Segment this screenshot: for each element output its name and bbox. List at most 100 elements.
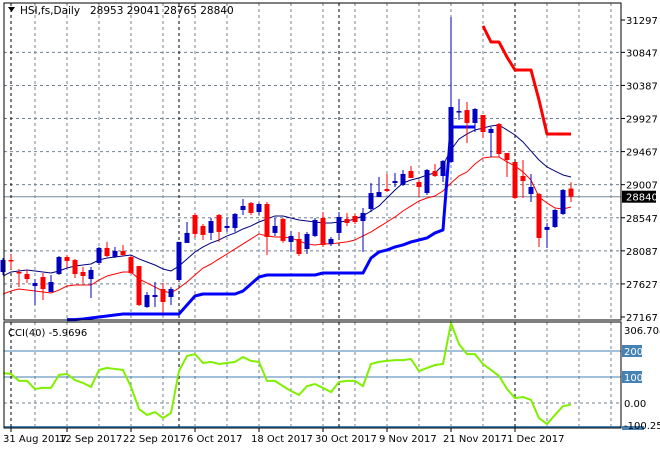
x-tick-label: 21 Nov 2017 bbox=[443, 434, 507, 445]
candle-body bbox=[552, 209, 558, 227]
candle-bear bbox=[128, 256, 134, 274]
candle-body bbox=[384, 188, 390, 192]
y-tick-label: 29007 bbox=[626, 181, 658, 192]
candle-body bbox=[280, 218, 286, 241]
candle-body bbox=[40, 277, 46, 290]
candle-body bbox=[392, 181, 398, 184]
candle-body bbox=[560, 190, 566, 214]
candle-body bbox=[80, 271, 86, 277]
candle-body bbox=[544, 226, 550, 230]
cci-axis-label: -100.258 bbox=[624, 421, 660, 432]
candle-bull bbox=[56, 256, 62, 276]
candle-body bbox=[296, 238, 302, 255]
candle-body bbox=[480, 114, 486, 132]
candle-body bbox=[232, 213, 238, 228]
candle-body bbox=[256, 204, 262, 213]
candle-body bbox=[272, 225, 278, 233]
candle-body bbox=[352, 215, 358, 223]
candle-body bbox=[128, 257, 134, 273]
candle-body bbox=[424, 170, 430, 194]
candle-body bbox=[64, 257, 70, 261]
x-tick-label: 31 Aug 2017 bbox=[3, 434, 67, 445]
candle-body bbox=[416, 182, 422, 187]
candle-body bbox=[368, 193, 374, 209]
cci-title: CCI(40) -5.9696 bbox=[8, 328, 87, 339]
candle-body bbox=[56, 257, 62, 274]
x-tick-label: 22 Sep 2017 bbox=[123, 434, 186, 445]
candle-body bbox=[312, 219, 318, 236]
candle-body bbox=[504, 152, 510, 161]
candle-body bbox=[264, 204, 270, 237]
candle-body bbox=[176, 241, 182, 281]
candle-bull bbox=[96, 246, 102, 266]
candle-body bbox=[360, 212, 366, 221]
candle-body bbox=[184, 232, 190, 243]
candle-body bbox=[168, 289, 174, 298]
candle-bear bbox=[496, 122, 502, 157]
candle-body bbox=[112, 250, 118, 258]
candle-body bbox=[304, 233, 310, 249]
candle-body bbox=[456, 111, 462, 113]
candle-body bbox=[568, 188, 574, 197]
candle-body bbox=[72, 259, 78, 274]
candle-body bbox=[16, 271, 22, 274]
candle-bear bbox=[136, 266, 142, 306]
candle-body bbox=[8, 259, 14, 262]
candle-bull bbox=[424, 169, 430, 196]
candle-body bbox=[320, 217, 326, 245]
candle-body bbox=[96, 247, 102, 263]
y-tick-label: 27627 bbox=[626, 280, 658, 291]
candle-body bbox=[32, 282, 38, 287]
candle-body bbox=[408, 171, 414, 178]
candle-body bbox=[432, 171, 438, 176]
candle-body bbox=[144, 294, 150, 308]
cci-axis-label: 306.7083 bbox=[624, 326, 660, 337]
y-tick-label: 28547 bbox=[626, 214, 658, 225]
candle-body bbox=[512, 161, 518, 198]
y-tick-label: 28087 bbox=[626, 247, 658, 258]
x-tick-label: 6 Oct 2017 bbox=[187, 434, 242, 445]
candle-body bbox=[400, 173, 406, 185]
chart-window[interactable]: 31297 30847 30387 29927 29467 29007 28547 28087… bbox=[0, 0, 660, 450]
candle-bull bbox=[560, 188, 566, 216]
y-tick-label: 29927 bbox=[626, 115, 658, 126]
candle-body bbox=[120, 250, 126, 256]
symbol-label: HSI,fs,Daily bbox=[20, 5, 80, 17]
candle-body bbox=[224, 225, 230, 228]
x-tick-label: 9 Nov 2017 bbox=[379, 434, 437, 445]
candle-bull bbox=[176, 241, 182, 282]
candle-body bbox=[328, 238, 334, 244]
cci-axis-label: 100 bbox=[624, 373, 643, 384]
candle-body bbox=[48, 281, 54, 292]
candle-body bbox=[472, 109, 478, 123]
x-tick-label: 1 Dec 2017 bbox=[507, 434, 565, 445]
candle-body bbox=[24, 273, 30, 280]
candle-body bbox=[336, 216, 342, 233]
candle-body bbox=[208, 220, 214, 233]
candle-body bbox=[136, 266, 142, 305]
candle-body bbox=[88, 269, 94, 280]
candle-body bbox=[440, 161, 446, 176]
candle-body bbox=[248, 203, 254, 213]
candle-body bbox=[288, 235, 294, 242]
candle-body bbox=[0, 259, 6, 272]
candle-body bbox=[160, 289, 166, 302]
y-tick-label: 29467 bbox=[626, 148, 658, 159]
candle-bear bbox=[512, 161, 518, 199]
candle-body bbox=[216, 215, 222, 232]
x-tick-label: 12 Sep 2017 bbox=[59, 434, 122, 445]
candle-body bbox=[520, 175, 526, 182]
chart-header: HSI,fs,Daily 28953 29041 28765 28840 bbox=[8, 5, 234, 17]
candle-body bbox=[192, 215, 198, 234]
candle-body bbox=[376, 192, 382, 197]
candle-body bbox=[528, 186, 534, 195]
y-tick-label: 31297 bbox=[626, 16, 658, 27]
y-tick-label: 30387 bbox=[626, 81, 658, 92]
cci-axis-label: 200 bbox=[624, 347, 643, 358]
x-tick-label: 18 Oct 2017 bbox=[251, 434, 313, 445]
candle-bull bbox=[552, 208, 558, 228]
y-tick-label: 27167 bbox=[626, 313, 658, 324]
candle-body bbox=[496, 123, 502, 154]
candle-body bbox=[464, 110, 470, 123]
candle-body bbox=[152, 294, 158, 298]
